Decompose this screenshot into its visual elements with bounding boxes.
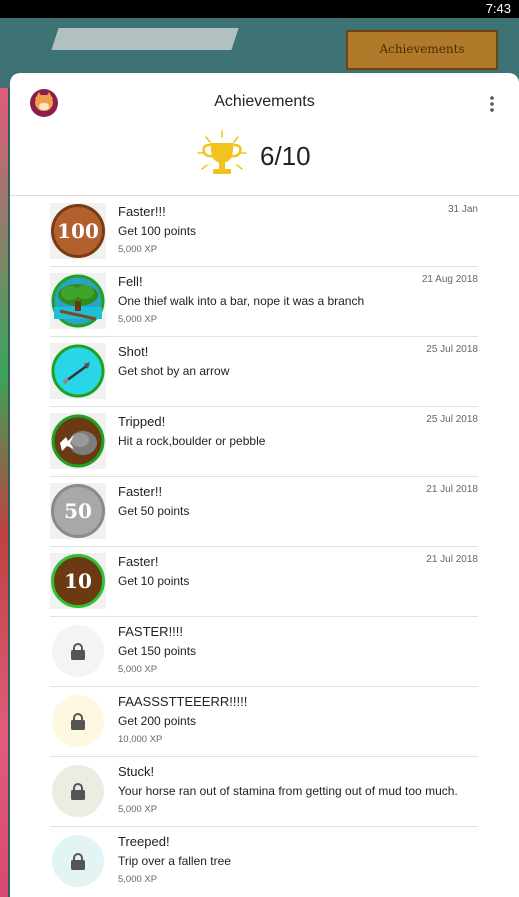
badge-10-icon: 10 [50, 553, 106, 609]
achievement-description: Get shot by an arrow [118, 364, 230, 378]
lock-icon [71, 783, 85, 800]
status-time: 7:43 [485, 1, 511, 16]
achievement-row[interactable]: Treeped! Trip over a fallen tree 5,000 X… [50, 826, 478, 896]
achievement-description: Get 200 points [118, 714, 197, 728]
achievement-xp: 5,000 XP [118, 664, 158, 675]
achievement-description: Get 100 points [118, 224, 197, 238]
achievement-description: Hit a rock,boulder or pebble [118, 434, 266, 448]
achievement-name: Tripped! [118, 414, 166, 429]
locked-badge [50, 623, 106, 679]
achievement-name: Stuck! [118, 764, 155, 779]
badge-100-icon: 100 [50, 203, 106, 259]
achievement-name: Treeped! [118, 834, 170, 849]
achievement-xp: 5,000 XP [118, 314, 158, 325]
achievement-row[interactable]: FASTER!!!! Get 150 points 5,000 XP [50, 616, 478, 687]
achievement-row[interactable]: 10 Faster! Get 10 points 21 Jul 2018 [50, 546, 478, 617]
achievement-name: Faster!!! [118, 204, 166, 219]
achievement-date: 25 Jul 2018 [426, 414, 478, 425]
lock-icon [71, 713, 85, 730]
achievement-row[interactable]: Shot! Get shot by an arrow 25 Jul 2018 [50, 336, 478, 407]
achievement-name: Faster!! [118, 484, 163, 499]
achievement-date: 31 Jan [447, 204, 478, 215]
rock-badge-icon [50, 413, 106, 469]
achievement-description: Trip over a fallen tree [118, 854, 231, 868]
badge-label: 50 [64, 499, 92, 523]
achievement-date: 21 Jul 2018 [426, 484, 478, 495]
achievement-date: 21 Jul 2018 [426, 554, 478, 565]
badge-50-icon: 50 [50, 483, 106, 539]
achievement-xp: 10,000 XP [118, 734, 163, 745]
badge-label: 100 [57, 219, 99, 243]
achievement-name: Faster! [118, 554, 159, 569]
tree-badge-icon [50, 273, 106, 329]
achievement-row[interactable]: Stuck! Your horse ran out of stamina fro… [50, 756, 478, 827]
locked-badge [50, 763, 106, 819]
background-sign [51, 28, 239, 50]
achievement-progress: 6/10 [194, 129, 354, 181]
achievement-description: Get 150 points [118, 644, 197, 658]
achievements-sheet: Achievements 6/10 100 Faster!!! Get 100 … [10, 73, 519, 897]
locked-badge [50, 693, 106, 749]
locked-badge [50, 833, 106, 889]
trophy-icon [197, 130, 247, 174]
status-bar: 7:43 [0, 0, 519, 18]
page-title: Achievements [214, 93, 315, 110]
achievement-description: Get 50 points [118, 504, 190, 518]
arrow-icon [51, 344, 105, 398]
achievement-description: Your horse ran out of stamina from getti… [118, 784, 458, 798]
achievement-description: One thief walk into a bar, nope it was a… [118, 294, 365, 308]
lock-icon [71, 853, 85, 870]
tree-icon [51, 274, 105, 328]
achievement-name: Shot! [118, 344, 149, 359]
more-options-icon[interactable] [484, 95, 500, 113]
progress-count: 6/10 [260, 141, 311, 171]
achievement-date: 25 Jul 2018 [426, 344, 478, 355]
lock-icon [71, 643, 85, 660]
achievement-row[interactable]: FAASSSTTEEERR!!!!! Get 200 points 10,000… [50, 686, 478, 757]
badge-label: 10 [64, 569, 92, 593]
background-strip [0, 88, 8, 897]
achievement-row[interactable]: Tripped! Hit a rock,boulder or pebble 25… [50, 406, 478, 477]
arrow-badge-icon [50, 343, 106, 399]
achievement-name: FAASSSTTEEERR!!!!! [118, 694, 248, 709]
background-achievements-button: Achievements [346, 30, 498, 70]
achievement-row[interactable]: 50 Faster!! Get 50 points 21 Jul 2018 [50, 476, 478, 547]
achievements-header: Achievements 6/10 [10, 73, 519, 196]
achievement-xp: 5,000 XP [118, 804, 158, 815]
achievement-row[interactable]: Fell! One thief walk into a bar, nope it… [50, 266, 478, 337]
achievement-row[interactable]: 100 Faster!!! Get 100 points 5,000 XP 31… [50, 196, 478, 267]
achievement-xp: 5,000 XP [118, 874, 158, 885]
achievement-description: Get 10 points [118, 574, 190, 588]
achievement-xp: 5,000 XP [118, 244, 158, 255]
rock-icon [51, 414, 105, 468]
achievement-name: Fell! [118, 274, 143, 289]
achievement-name: FASTER!!!! [118, 624, 184, 639]
achievement-date: 21 Aug 2018 [421, 274, 478, 285]
